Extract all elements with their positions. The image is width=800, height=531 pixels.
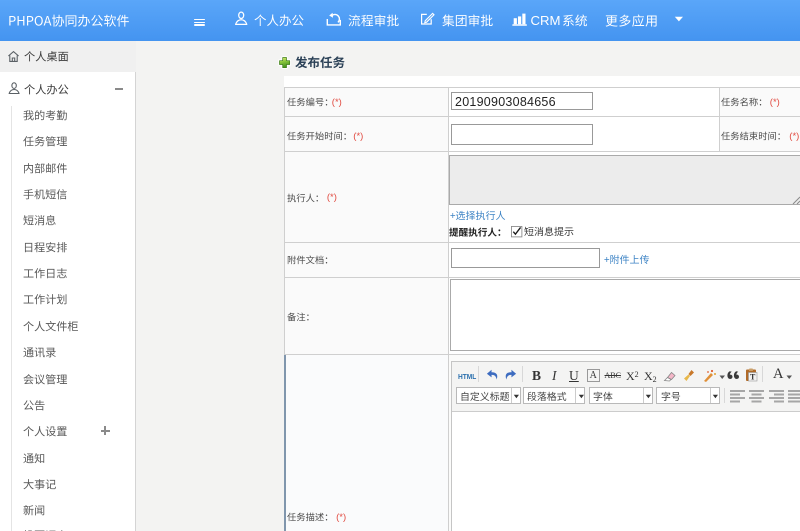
svg-text:T: T: [750, 373, 756, 382]
